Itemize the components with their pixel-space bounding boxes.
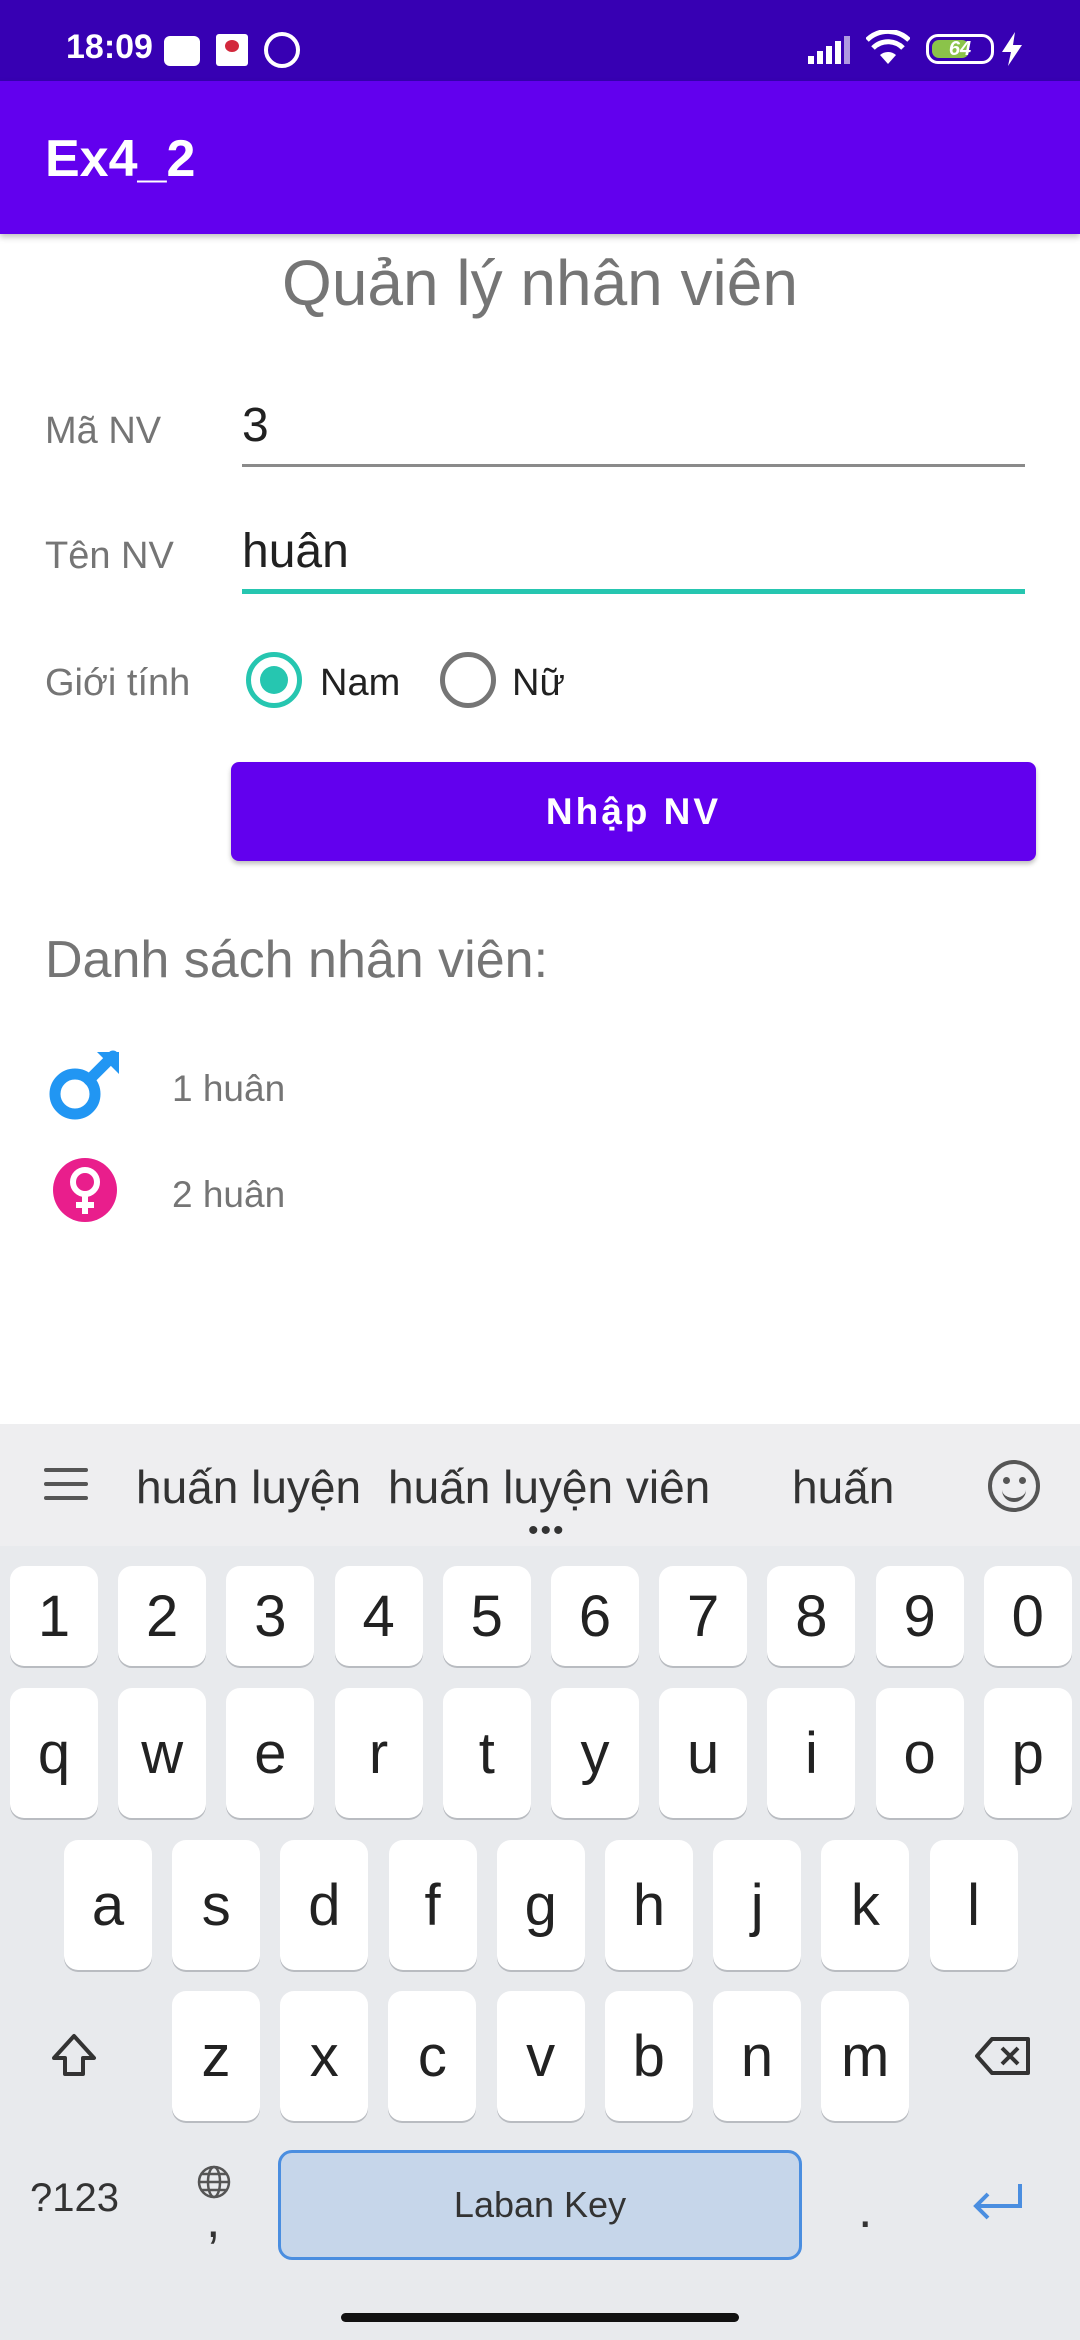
radio-female-label[interactable]: Nữ	[512, 662, 565, 705]
letter-key-c[interactable]: c	[388, 1991, 477, 2121]
more-suggestions-icon[interactable]: •••	[528, 1516, 566, 1546]
letter-key-t[interactable]: t	[442, 1688, 531, 1818]
number-key-6[interactable]: 6	[551, 1566, 639, 1666]
number-key-4[interactable]: 4	[334, 1566, 423, 1666]
letter-key-d[interactable]: d	[280, 1840, 369, 1970]
signal-icon	[808, 36, 850, 64]
number-key-7[interactable]: 7	[659, 1566, 748, 1666]
letter-key-b[interactable]: b	[604, 1991, 693, 2121]
home-indicator[interactable]	[341, 2313, 739, 2322]
period-key[interactable]: .	[858, 2180, 872, 2240]
letter-key-s[interactable]: s	[172, 1840, 261, 1970]
ten-nv-label: Tên NV	[45, 535, 174, 577]
list-item-text: 2 huân	[172, 1174, 286, 1215]
wifi-icon	[866, 30, 910, 64]
list-item[interactable]: 2 huân	[0, 1152, 1080, 1242]
number-key-8[interactable]: 8	[767, 1566, 856, 1666]
number-key-9[interactable]: 9	[875, 1566, 964, 1666]
female-icon	[53, 1158, 117, 1222]
charging-icon	[1002, 32, 1022, 66]
comma-key[interactable]: ,	[206, 2190, 220, 2250]
letter-key-f[interactable]: f	[388, 1840, 477, 1970]
number-key-5[interactable]: 5	[442, 1566, 531, 1666]
number-key-3[interactable]: 3	[226, 1566, 315, 1666]
radio-male[interactable]	[246, 652, 302, 708]
letter-key-o[interactable]: o	[875, 1688, 964, 1818]
suggestion-bar: huấn luyện huấn luyện viên huấn •••	[0, 1424, 1080, 1546]
list-item-text: 1 huân	[172, 1068, 286, 1109]
message-icon	[164, 36, 200, 66]
ten-nv-field[interactable]: huân	[242, 524, 1025, 579]
letter-key-k[interactable]: k	[821, 1840, 910, 1970]
letter-key-a[interactable]: a	[64, 1840, 152, 1970]
app-title: Ex4_2	[45, 130, 196, 188]
letter-key-x[interactable]: x	[280, 1991, 369, 2121]
suggestion-2[interactable]: huấn luyện viên	[388, 1460, 710, 1514]
status-bar: 18:09 64	[0, 0, 1080, 81]
nhap-nv-button[interactable]: Nhập NV	[231, 762, 1036, 861]
sync-icon	[264, 32, 300, 68]
letter-key-e[interactable]: e	[226, 1688, 315, 1818]
enter-icon[interactable]	[970, 2180, 1026, 2224]
menu-icon[interactable]	[44, 1468, 88, 1504]
ten-nv-underline	[242, 589, 1025, 594]
battery-icon: 64	[926, 34, 994, 64]
page-title: Quản lý nhân viên	[282, 247, 798, 319]
ma-nv-field[interactable]: 3	[242, 398, 1025, 453]
radio-male-label[interactable]: Nam	[320, 662, 400, 705]
space-key[interactable]: Laban Key	[278, 2150, 802, 2260]
backspace-icon[interactable]	[974, 2036, 1032, 2076]
male-icon	[49, 1050, 119, 1120]
letter-key-h[interactable]: h	[605, 1840, 693, 1970]
app-bar: Ex4_2	[0, 81, 1080, 234]
ma-nv-underline	[242, 464, 1025, 467]
shift-icon[interactable]	[48, 2030, 100, 2082]
number-key-2[interactable]: 2	[118, 1566, 207, 1666]
letter-key-l[interactable]: l	[929, 1840, 1018, 1970]
letter-key-n[interactable]: n	[713, 1991, 801, 2121]
status-time: 18:09	[66, 28, 153, 66]
symbols-key[interactable]: ?123	[30, 2176, 119, 2221]
number-key-1[interactable]: 1	[10, 1566, 98, 1666]
emoji-icon[interactable]	[988, 1460, 1040, 1512]
battery-level: 64	[948, 37, 972, 60]
letter-key-w[interactable]: w	[118, 1688, 207, 1818]
letter-key-u[interactable]: u	[659, 1688, 748, 1818]
suggestion-3[interactable]: huấn	[792, 1460, 894, 1514]
letter-key-g[interactable]: g	[496, 1840, 585, 1970]
calendar-app-icon	[216, 34, 248, 66]
letter-key-z[interactable]: z	[172, 1991, 260, 2121]
suggestion-1[interactable]: huấn luyện	[136, 1460, 361, 1514]
letter-key-m[interactable]: m	[821, 1991, 910, 2121]
number-key-0[interactable]: 0	[983, 1566, 1072, 1666]
letter-key-i[interactable]: i	[767, 1688, 856, 1818]
letter-key-p[interactable]: p	[983, 1688, 1072, 1818]
radio-female[interactable]	[440, 652, 496, 708]
list-title: Danh sách nhân viên:	[45, 931, 549, 989]
letter-key-q[interactable]: q	[10, 1688, 98, 1818]
letter-key-r[interactable]: r	[334, 1688, 423, 1818]
letter-key-j[interactable]: j	[713, 1840, 802, 1970]
letter-key-v[interactable]: v	[496, 1991, 585, 2121]
gioi-tinh-label: Giới tính	[45, 662, 191, 704]
list-item[interactable]: 1 huân	[0, 1046, 1080, 1136]
ma-nv-label: Mã NV	[45, 410, 162, 452]
letter-key-y[interactable]: y	[551, 1688, 639, 1818]
